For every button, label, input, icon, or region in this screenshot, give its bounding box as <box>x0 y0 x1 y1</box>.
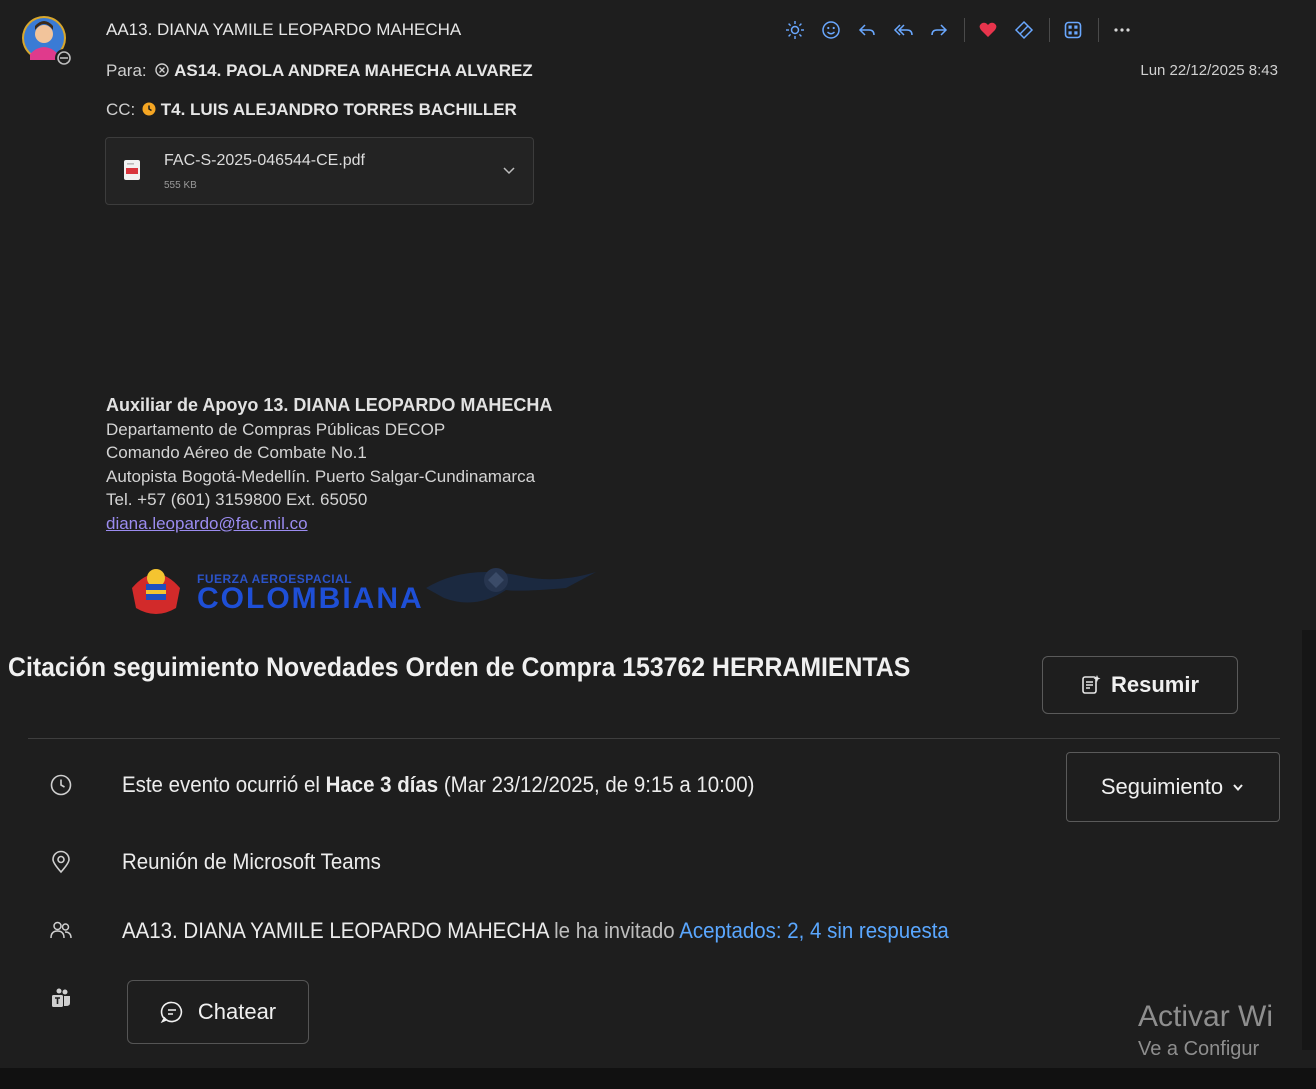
summarize-label: Resumir <box>1110 672 1200 697</box>
to-label: Para: <box>106 61 147 80</box>
followup-button[interactable]: Seguimiento <box>1066 752 1280 822</box>
event-invited-text: le ha invitado <box>548 918 680 943</box>
cc-recipient[interactable]: T4. LUIS ALEJANDRO TORRES BACHILLER <box>161 100 517 119</box>
event-time-prefix: Este evento ocurrió el <box>122 772 326 797</box>
away-status-icon <box>140 100 161 119</box>
reply-icon[interactable] <box>850 13 884 47</box>
signature-command: Comando Aéreo de Combate No.1 <box>106 443 367 462</box>
apps-icon[interactable] <box>1056 13 1090 47</box>
chevron-down-icon <box>1231 780 1245 794</box>
event-responses-link[interactable]: Aceptados: 2, 4 sin respuesta <box>679 918 949 943</box>
event-time-relative: Hace 3 días <box>325 772 439 797</box>
toolbar-separator <box>964 18 965 42</box>
windows-activation-watermark: Activar Wi Ve a Configur <box>1138 1000 1273 1061</box>
email-signature: Auxiliar de Apoyo 13. DIANA LEOPARDO MAH… <box>106 394 552 535</box>
chat-icon <box>160 1000 184 1024</box>
event-chat-row <box>48 986 122 1012</box>
event-time-row: Este evento ocurrió el Hace 3 días (Mar … <box>48 772 802 798</box>
toolbar-separator <box>1098 18 1099 42</box>
followup-label: Seguimiento <box>1100 774 1224 799</box>
signature-address: Autopista Bogotá-Medellín. Puerto Salgar… <box>106 466 536 486</box>
event-location: Reunión de Microsoft Teams <box>122 849 381 874</box>
event-attendees-row: AA13. DIANA YAMILE LEOPARDO MAHECHA le h… <box>48 918 1011 944</box>
event-time-detail: (Mar 23/12/2025, de 9:15 a 10:00) <box>438 772 755 797</box>
clock-icon <box>48 772 74 798</box>
event-organizer[interactable]: AA13. DIANA YAMILE LEOPARDO MAHECHA <box>122 918 548 943</box>
logo-line-2: COLOMBIANA <box>197 582 424 615</box>
chevron-down-icon[interactable] <box>501 162 517 183</box>
message-toolbar <box>778 12 1141 48</box>
heart-icon[interactable] <box>971 13 1005 47</box>
tag-icon[interactable] <box>1007 13 1041 47</box>
fac-logo-text: FUERZA AEROESPACIAL COLOMBIANA <box>197 572 424 616</box>
sun-icon[interactable] <box>778 13 812 47</box>
forward-icon[interactable] <box>922 13 956 47</box>
cc-line: CC: T4. LUIS ALEJANDRO TORRES BACHILLER <box>106 100 517 120</box>
attachment-size: 555 KB <box>164 180 197 191</box>
teams-icon <box>48 986 74 1012</box>
sender-name[interactable]: AA13. DIANA YAMILE LEOPARDO MAHECHA <box>106 20 461 40</box>
attachment-card[interactable]: FAC-S-2025-046544-CE.pdf 555 KB <box>105 137 534 205</box>
scrollbar-track[interactable] <box>1302 630 1316 1050</box>
reply-all-icon[interactable] <box>886 13 920 47</box>
pdf-file-icon <box>124 160 140 180</box>
watermark-subtitle: Ve a Configur <box>1138 1038 1260 1060</box>
watermark-title: Activar Wi <box>1138 1000 1273 1033</box>
event-title: Citación seguimiento Novedades Orden de … <box>8 652 911 682</box>
cc-label: CC: <box>106 100 136 119</box>
signature-name: Auxiliar de Apoyo 13. DIANA LEOPARDO MAH… <box>106 395 553 415</box>
toolbar-separator <box>1049 18 1050 42</box>
to-line: Para: AS14. PAOLA ANDREA MAHECHA ALVAREZ <box>106 61 533 81</box>
more-icon[interactable] <box>1105 13 1139 47</box>
smiley-icon[interactable] <box>814 13 848 47</box>
signature-phone: Tel. +57 (601) 3159800 Ext. 65050 <box>106 490 368 509</box>
recipient-status-icon <box>151 61 174 80</box>
section-divider <box>28 738 1280 739</box>
avatar[interactable] <box>20 14 76 70</box>
attachment-name: FAC-S-2025-046544-CE.pdf <box>164 152 365 169</box>
chat-button[interactable]: Chatear <box>127 980 309 1044</box>
summarize-icon <box>1081 674 1101 696</box>
location-pin-icon <box>48 849 74 875</box>
summarize-button[interactable]: Resumir <box>1042 656 1238 714</box>
sent-date: Lun 22/12/2025 8:43 <box>1140 62 1278 79</box>
to-recipient[interactable]: AS14. PAOLA ANDREA MAHECHA ALVAREZ <box>174 61 533 80</box>
bottom-bar <box>0 1068 1316 1089</box>
chat-label: Chatear <box>197 999 277 1024</box>
event-location-row: Reunión de Microsoft Teams <box>48 849 400 875</box>
signature-email-link[interactable]: diana.leopardo@fac.mil.co <box>106 512 552 536</box>
people-icon <box>48 918 74 944</box>
signature-department: Departamento de Compras Públicas DECOP <box>106 419 446 439</box>
